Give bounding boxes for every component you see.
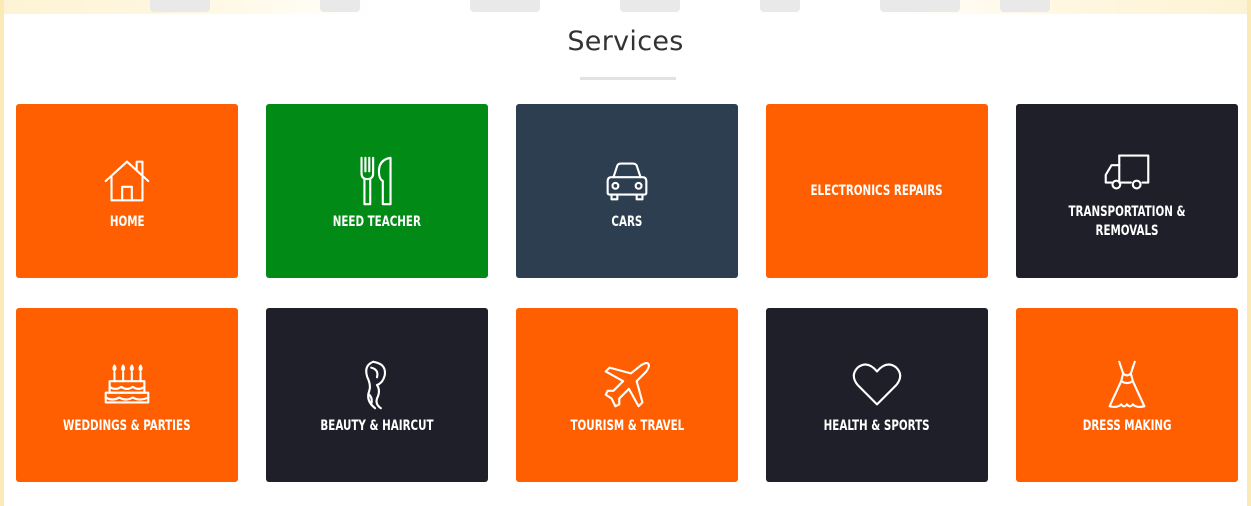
right-edge-strip	[1247, 0, 1251, 506]
services-page: Services HOME NEED TEACHER CARS ELECTRON…	[0, 0, 1251, 506]
left-edge-strip	[0, 0, 4, 506]
services-grid: HOME NEED TEACHER CARS ELECTRONICS REPAI…	[16, 104, 1240, 482]
airplane-icon	[597, 355, 657, 415]
service-label: NEED TEACHER	[332, 213, 422, 230]
banner-ghost-shape	[1000, 0, 1050, 12]
service-label: HEALTH & SPORTS	[824, 417, 930, 434]
service-label: WEDDINGS & PARTIES	[63, 417, 191, 434]
service-card-need-teacher[interactable]: NEED TEACHER	[266, 104, 488, 278]
service-label: HOME	[109, 213, 145, 230]
service-label: TOURISM & TRAVEL	[570, 417, 684, 434]
service-card-weddings-parties[interactable]: WEDDINGS & PARTIES	[16, 308, 238, 482]
banner-ghost-shape	[150, 0, 210, 12]
title-underline	[580, 77, 676, 80]
service-card-tourism-travel[interactable]: TOURISM & TRAVEL	[516, 308, 738, 482]
top-banner-fade	[0, 0, 1251, 14]
service-label: ELECTRONICS REPAIRS	[810, 182, 944, 199]
service-card-beauty-haircut[interactable]: BEAUTY & HAIRCUT	[266, 308, 488, 482]
banner-ghost-shape	[320, 0, 360, 12]
car-icon	[597, 151, 657, 211]
service-card-electronics-repairs[interactable]: ELECTRONICS REPAIRS	[766, 104, 988, 278]
banner-ghost-shape	[880, 0, 960, 12]
hair-icon	[347, 355, 407, 415]
banner-ghost-shape	[760, 0, 800, 12]
service-label: DRESS MAKING	[1082, 417, 1172, 434]
service-card-dress-making[interactable]: DRESS MAKING	[1016, 308, 1238, 482]
service-card-transportation-removals[interactable]: TRANSPORTATION & REMOVALS	[1016, 104, 1238, 278]
banner-ghost-shape	[470, 0, 540, 12]
cake-icon	[97, 355, 157, 415]
dress-icon	[1097, 355, 1157, 415]
section-title: Services	[567, 26, 684, 57]
fork-knife-icon	[347, 151, 407, 211]
service-card-cars[interactable]: CARS	[516, 104, 738, 278]
heart-icon	[847, 355, 907, 415]
home-icon	[97, 151, 157, 211]
service-card-health-sports[interactable]: HEALTH & SPORTS	[766, 308, 988, 482]
service-label: BEAUTY & HAIRCUT	[320, 417, 434, 434]
service-label: TRANSPORTATION & REMOVALS	[1068, 204, 1186, 239]
service-label: CARS	[611, 213, 643, 230]
truck-icon	[1097, 141, 1157, 201]
service-card-home[interactable]: HOME	[16, 104, 238, 278]
banner-ghost-shape	[620, 0, 680, 12]
